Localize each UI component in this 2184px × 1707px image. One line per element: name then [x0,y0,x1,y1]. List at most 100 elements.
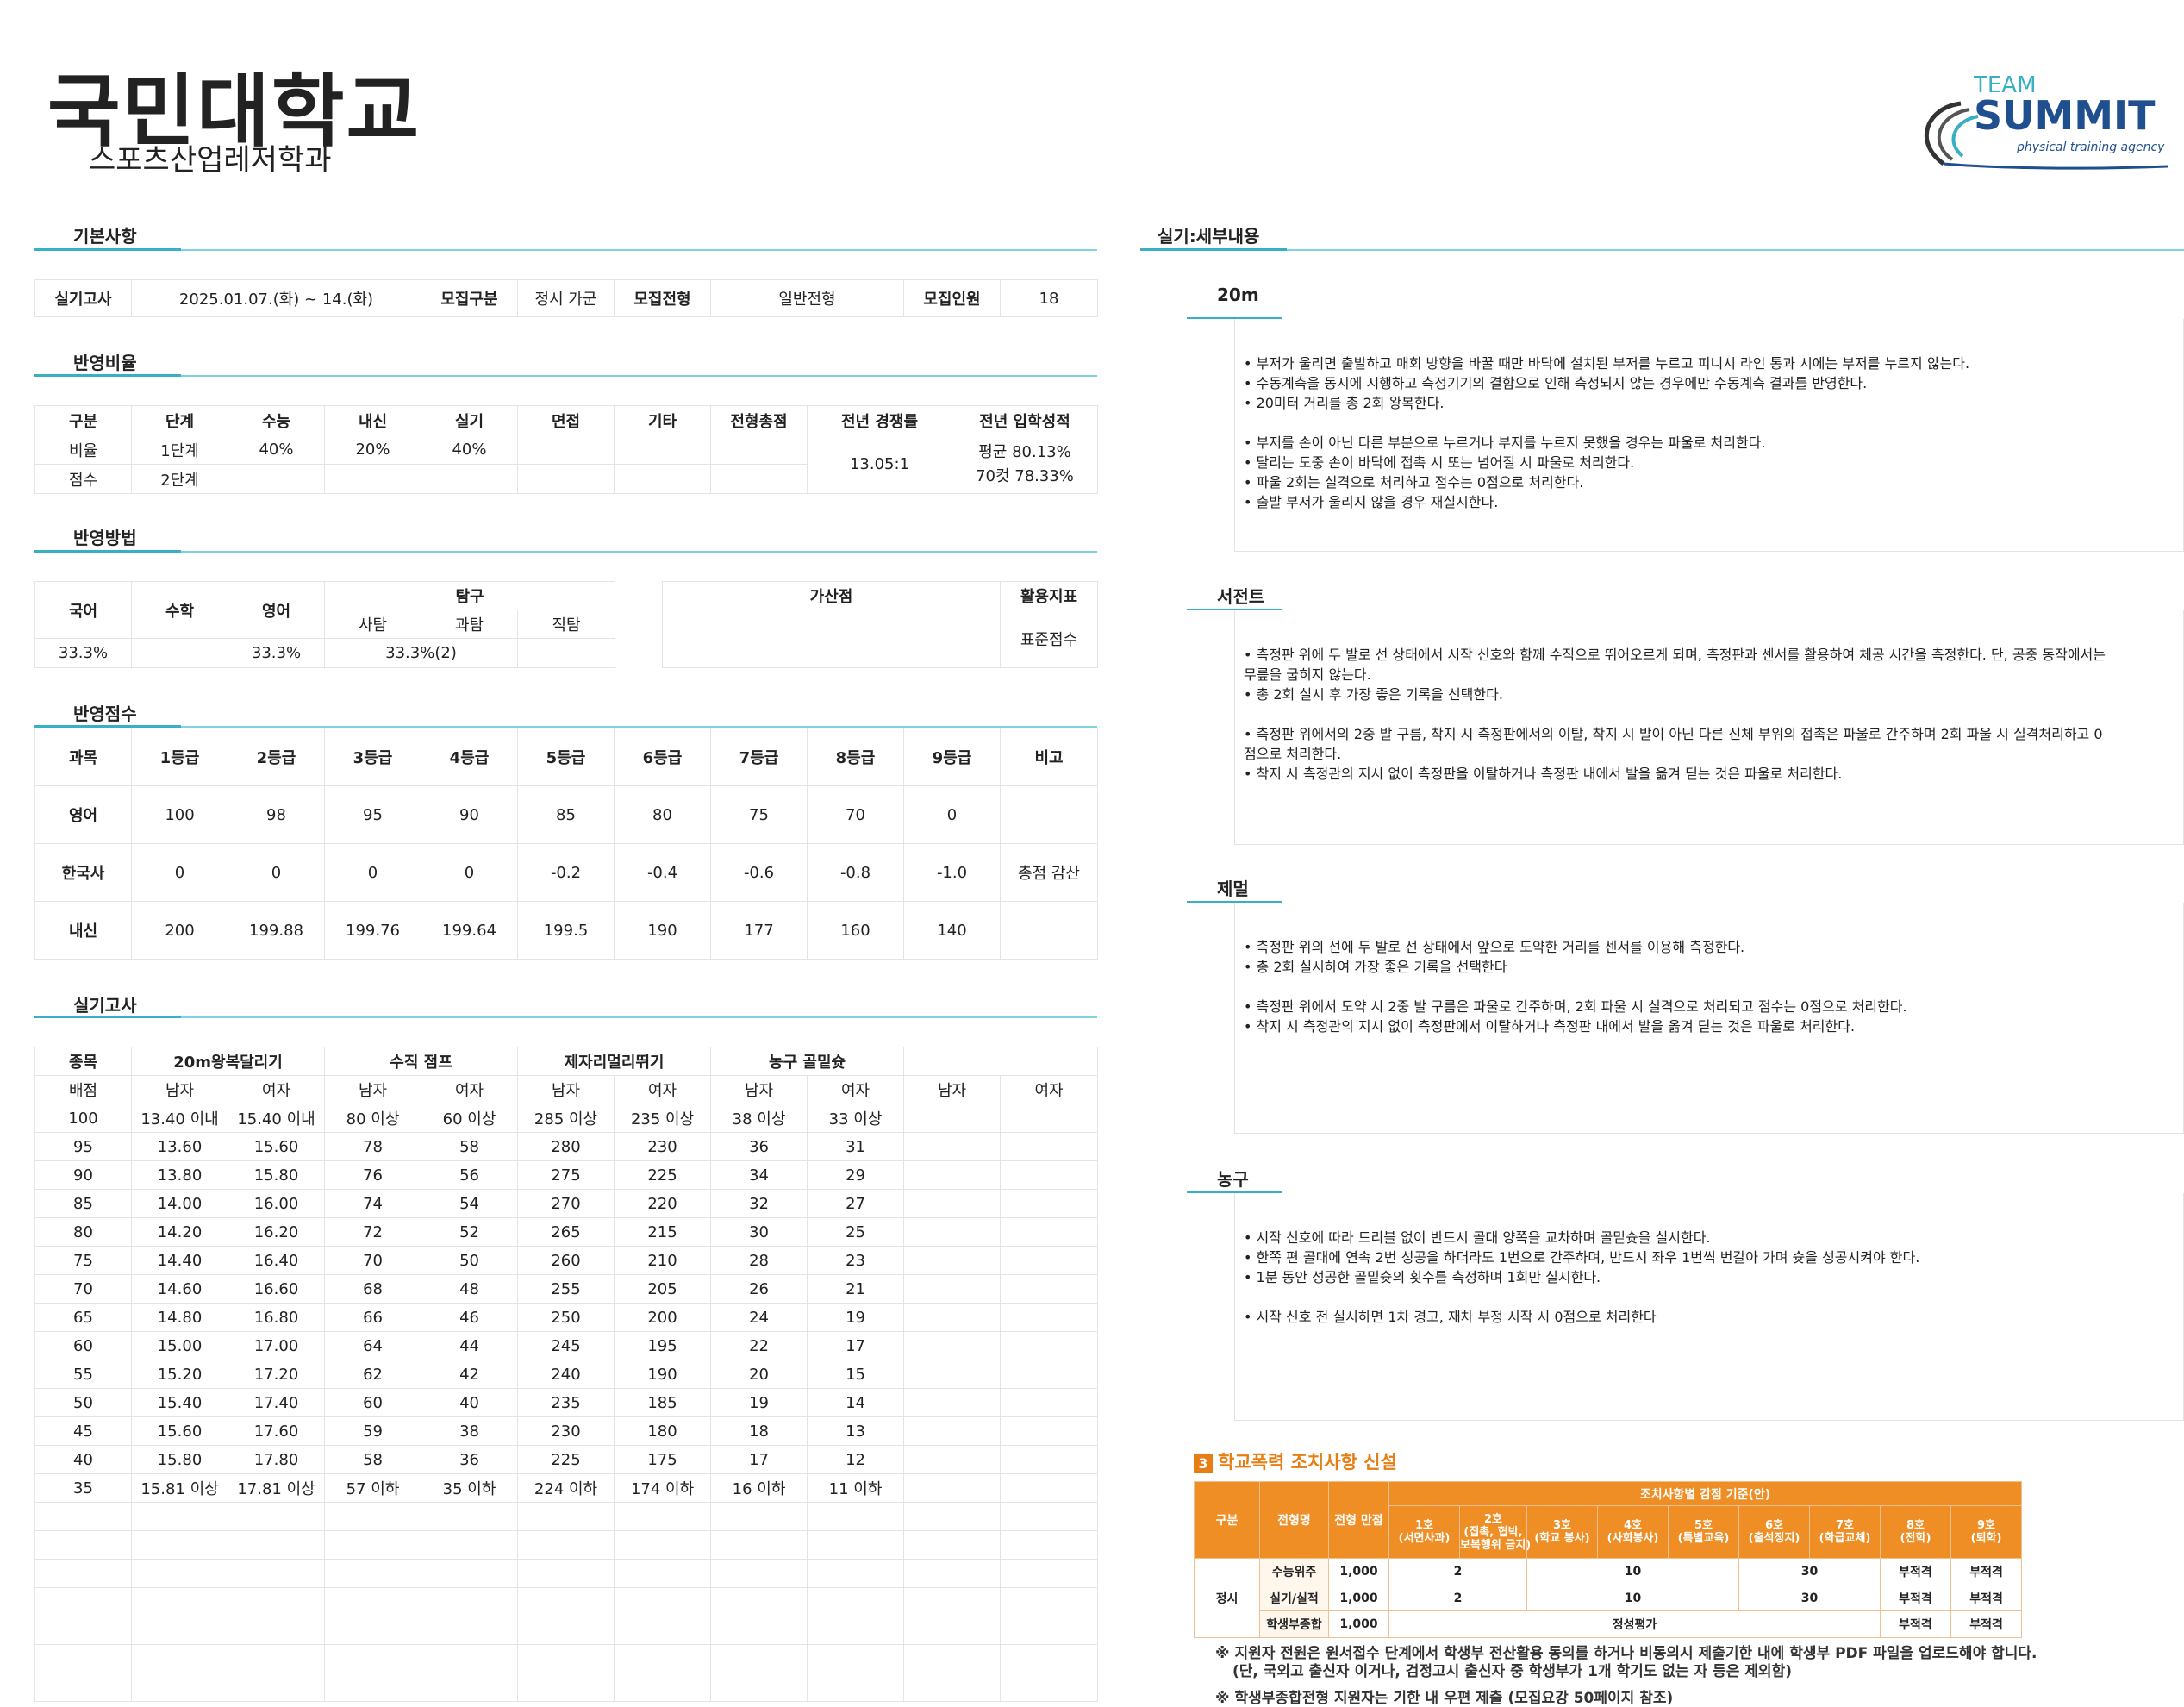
table-row [34,1644,1099,1673]
score-cell: -0.8 [807,843,904,902]
section-title-details: 실기:세부내용 [1158,226,1260,247]
logo-main-text: SUMMIT [1974,92,2156,139]
practical-cell: 16.60 [227,1274,326,1304]
bonus-header: 가산점 [662,581,1001,610]
detail-title: 농구 [1217,1169,1249,1190]
table-row: 70 14.60 16.60 68 48 255 205 26 21 [34,1274,1099,1304]
prev-competition: 13.05:1 [807,435,952,494]
practical-cell [517,1559,615,1588]
practical-cell [903,1331,1002,1360]
practical-cell: 95 [34,1132,132,1161]
practical-cell: 32 [710,1189,808,1218]
practical-gender-header: 여자 [807,1075,905,1104]
practical-cell: 175 [614,1445,712,1474]
practical-cell: 17 [710,1445,808,1474]
practical-cell: 190 [614,1360,712,1389]
practical-cell: 17.40 [227,1388,326,1417]
section-divider [34,1016,1097,1018]
score-cell: 0 [324,843,421,902]
violence-col-header: 3호 (학교 봉사) [1526,1505,1598,1560]
ratio-header: 구분 [34,405,132,435]
violence-full: 1,000 [1328,1558,1389,1585]
table-row: 85 14.00 16.00 74 54 270 220 32 27 [34,1189,1099,1218]
violence-cell: 10 [1526,1584,1739,1612]
practical-cell [421,1530,519,1560]
practical-cell: 285 이상 [517,1104,615,1133]
violence-col-header: 4호 (사회봉사) [1597,1505,1669,1560]
section-divider [34,248,1097,251]
practical-cell: 80 이상 [324,1104,422,1133]
practical-cell: 59 [324,1416,422,1446]
ratio-header: 수능 [228,405,325,435]
detail-line: • 측정판 위에서 도약 시 2중 발 구름은 파울로 간주하며, 2회 파울 … [1244,998,1907,1015]
practical-cell: 195 [614,1331,712,1360]
ratio-header: 전형총점 [710,405,808,435]
practical-cell: 13 [807,1416,905,1446]
practical-cell: 54 [421,1189,519,1218]
practical-cell: 20 [710,1360,808,1389]
practical-cell: 260 [517,1246,615,1275]
practical-cell: 40 [34,1445,132,1474]
score-cell: 177 [710,901,808,960]
practical-cell [324,1673,422,1702]
practical-cell: 12 [807,1445,905,1474]
quota-label: 모집인원 [903,279,1001,317]
practical-cell: 100 [34,1104,132,1133]
score-cell: 95 [324,785,421,844]
violence-table: 구분 전형명 전형 만점 조치사항별 감점 기준(안) 1호 (서면사과) 2호 (접… [1194,1480,2023,1638]
detail-box: • 측정판 위의 선에 두 발로 선 상태에서 앞으로 도약한 거리를 센서를 … [1234,903,2184,1134]
practical-cell [324,1587,422,1616]
practical-cell [1000,1644,1099,1673]
practical-gender-header: 여자 [1000,1075,1099,1104]
practical-cell: 15.81 이상 [131,1473,228,1503]
practical-cell [614,1530,712,1560]
violence-col-line: (전학) [1900,1532,1931,1546]
practical-cell [324,1530,422,1560]
score-cell: -0.2 [517,843,615,902]
score-cell: 160 [807,901,904,960]
method-header: 영어 [228,581,325,639]
practical-cell: 224 이하 [517,1473,615,1503]
method-subheader: 직탐 [517,610,615,639]
score-cell: 0 [421,843,518,902]
practical-cell: 90 [34,1160,132,1190]
practical-cell: 38 이상 [710,1104,808,1133]
practical-cell [421,1644,519,1673]
table-row [34,1559,1099,1588]
method-subheader: 과탐 [421,610,518,639]
practical-cell [903,1160,1002,1190]
practical-cell: 72 [324,1217,422,1247]
score-cell: 총점 감산 [1000,843,1098,902]
practical-cell: 13.60 [131,1132,228,1161]
practical-cell: 26 [710,1274,808,1304]
violence-cell: 2 [1388,1558,1527,1585]
practical-gender-header: 남자 [324,1075,422,1104]
score-header: 8등급 [807,728,904,786]
practical-event-header: 20m왕복달리기 [130,1047,326,1076]
practical-cell [324,1644,422,1673]
detail-line: • 총 2회 실시하여 가장 좋은 기록을 선택한다 [1244,959,1507,975]
violence-col-line: 1호 [1414,1519,1433,1533]
practical-cell: 19 [710,1388,808,1417]
practical-cell: 15.60 [131,1416,228,1446]
practical-cell: 230 [517,1416,615,1446]
practical-cell [614,1644,712,1673]
score-cell: 90 [421,785,518,844]
method-cell [517,638,615,668]
table-row [34,1616,1099,1645]
ratio-table: 구분 단계 수능 내신 실기 면접 기타 전형총점 전년 경쟁률 전년 입학성적… [34,405,1098,494]
score-header: 7등급 [710,728,808,786]
practical-cell: 14.80 [131,1303,228,1332]
practical-cell: 23 [807,1246,905,1275]
detail-line: • 착지 시 측정관의 지시 없이 측정판에서 이탈하거나 측정판 내에서 발을… [1244,1018,1856,1035]
practical-cell: 52 [421,1217,519,1247]
practical-cell: 15.40 [131,1388,228,1417]
score-header: 2등급 [228,728,325,786]
score-cell: 199.5 [517,901,615,960]
detail-line: • 착지 시 측정관의 지시 없이 측정판을 이탈하거나 측정판 내에서 발을 … [1244,766,1843,782]
practical-cell: 14.20 [131,1217,228,1247]
practical-event-header: 제자리멀리뛰기 [517,1047,712,1076]
violence-cell: 부적격 [1880,1558,1951,1585]
ratio-header: 단계 [131,405,228,435]
